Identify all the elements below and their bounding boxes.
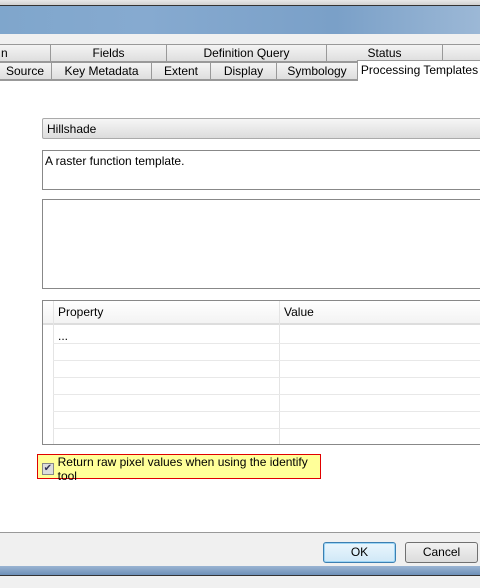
template-preview-box [42,199,480,289]
checkmark-icon[interactable]: ✔ [42,462,54,475]
column-header-value[interactable]: Value [284,305,314,319]
tab-definition-query[interactable]: Definition Query [166,44,327,62]
identify-raw-values-checkbox[interactable]: ✔ Return raw pixel values when using the… [37,454,321,483]
window-frame-bottom [0,566,480,576]
cancel-button[interactable]: Cancel [405,542,478,563]
title-bar[interactable] [0,6,480,34]
tab-extent[interactable]: Extent [151,62,211,80]
ok-button[interactable]: OK [323,542,396,563]
tab-source[interactable]: Source [0,62,52,80]
tab-general[interactable]: n [0,44,51,62]
template-select[interactable]: Hillshade [42,118,480,139]
properties-grid[interactable]: Property Value ... [42,300,480,445]
column-header-property[interactable]: Property [58,305,103,319]
grid-cell-property[interactable]: ... [58,329,68,343]
tab-fields[interactable]: Fields [50,44,167,62]
tab-symbology[interactable]: Symbology [276,62,358,80]
grid-header: Property Value [43,301,480,325]
tab-processing-templates[interactable]: Processing Templates [357,60,480,81]
tab-key-metadata[interactable]: Key Metadata [51,62,152,80]
checkbox-label: Return raw pixel values when using the i… [57,454,308,483]
description-textbox[interactable]: A raster function template. [42,150,480,190]
tab-display[interactable]: Display [210,62,277,80]
